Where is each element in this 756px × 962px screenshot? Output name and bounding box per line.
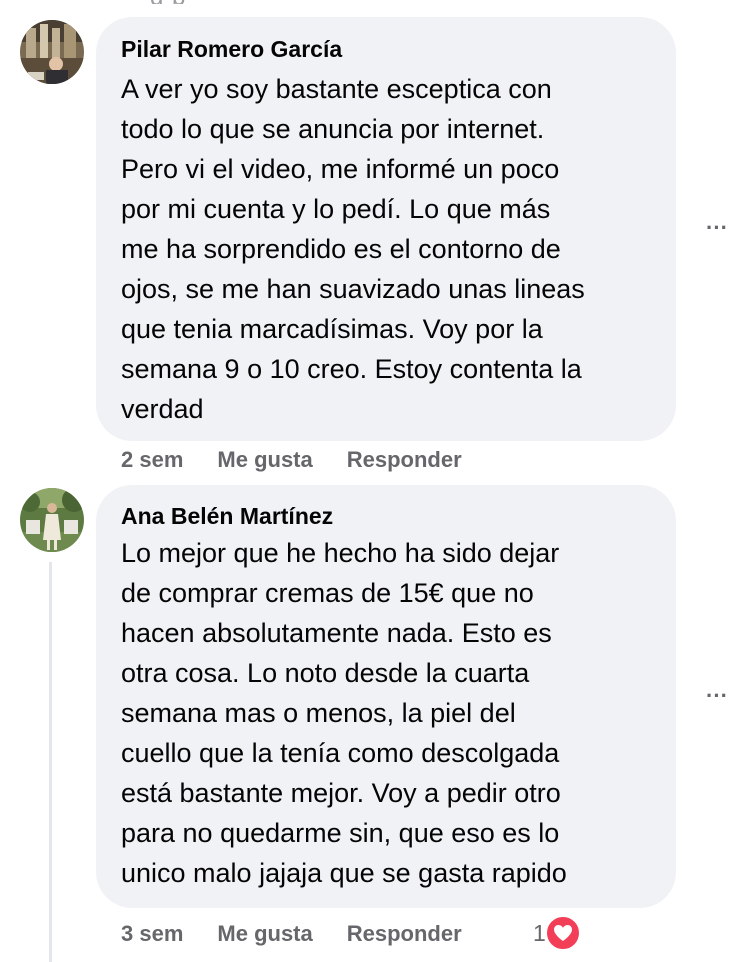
- previous-comment-text: g p: [150, 0, 410, 4]
- avatar-ana[interactable]: [20, 488, 84, 552]
- comment-actions: 3 sem Me gusta Responder: [121, 919, 462, 949]
- more-options-icon[interactable]: ···: [706, 217, 728, 239]
- comment-timestamp[interactable]: 3 sem: [121, 921, 183, 947]
- comment-author[interactable]: Ana Belén Martínez: [121, 502, 333, 530]
- heart-icon: [543, 914, 582, 952]
- reaction-summary[interactable]: 1: [533, 914, 582, 952]
- avatar-ana-image: [20, 488, 84, 552]
- more-options-icon[interactable]: ···: [706, 685, 728, 707]
- avatar-pilar[interactable]: [20, 20, 84, 84]
- avatar-pilar-image: [20, 20, 84, 84]
- like-button[interactable]: Me gusta: [217, 921, 312, 947]
- comment-text: A ver yo soy bastante esceptica con todo…: [121, 74, 585, 424]
- comment-author[interactable]: Pilar Romero García: [121, 35, 342, 63]
- comment-timestamp[interactable]: 2 sem: [121, 447, 183, 473]
- reply-button[interactable]: Responder: [347, 921, 462, 947]
- comment-text: Lo mejor que he hecho ha sido dejar de c…: [121, 538, 567, 888]
- comment-bubble[interactable]: Pilar Romero García A ver yo soy bastant…: [96, 17, 676, 441]
- like-button[interactable]: Me gusta: [217, 447, 312, 473]
- previous-comment-fragment: g p: [150, 0, 410, 4]
- comment-actions: 2 sem Me gusta Responder: [121, 445, 462, 475]
- reply-button[interactable]: Responder: [347, 447, 462, 473]
- comment-bubble[interactable]: Ana Belén Martínez Lo mejor que he hecho…: [96, 485, 676, 908]
- reply-thread-line: [49, 562, 52, 962]
